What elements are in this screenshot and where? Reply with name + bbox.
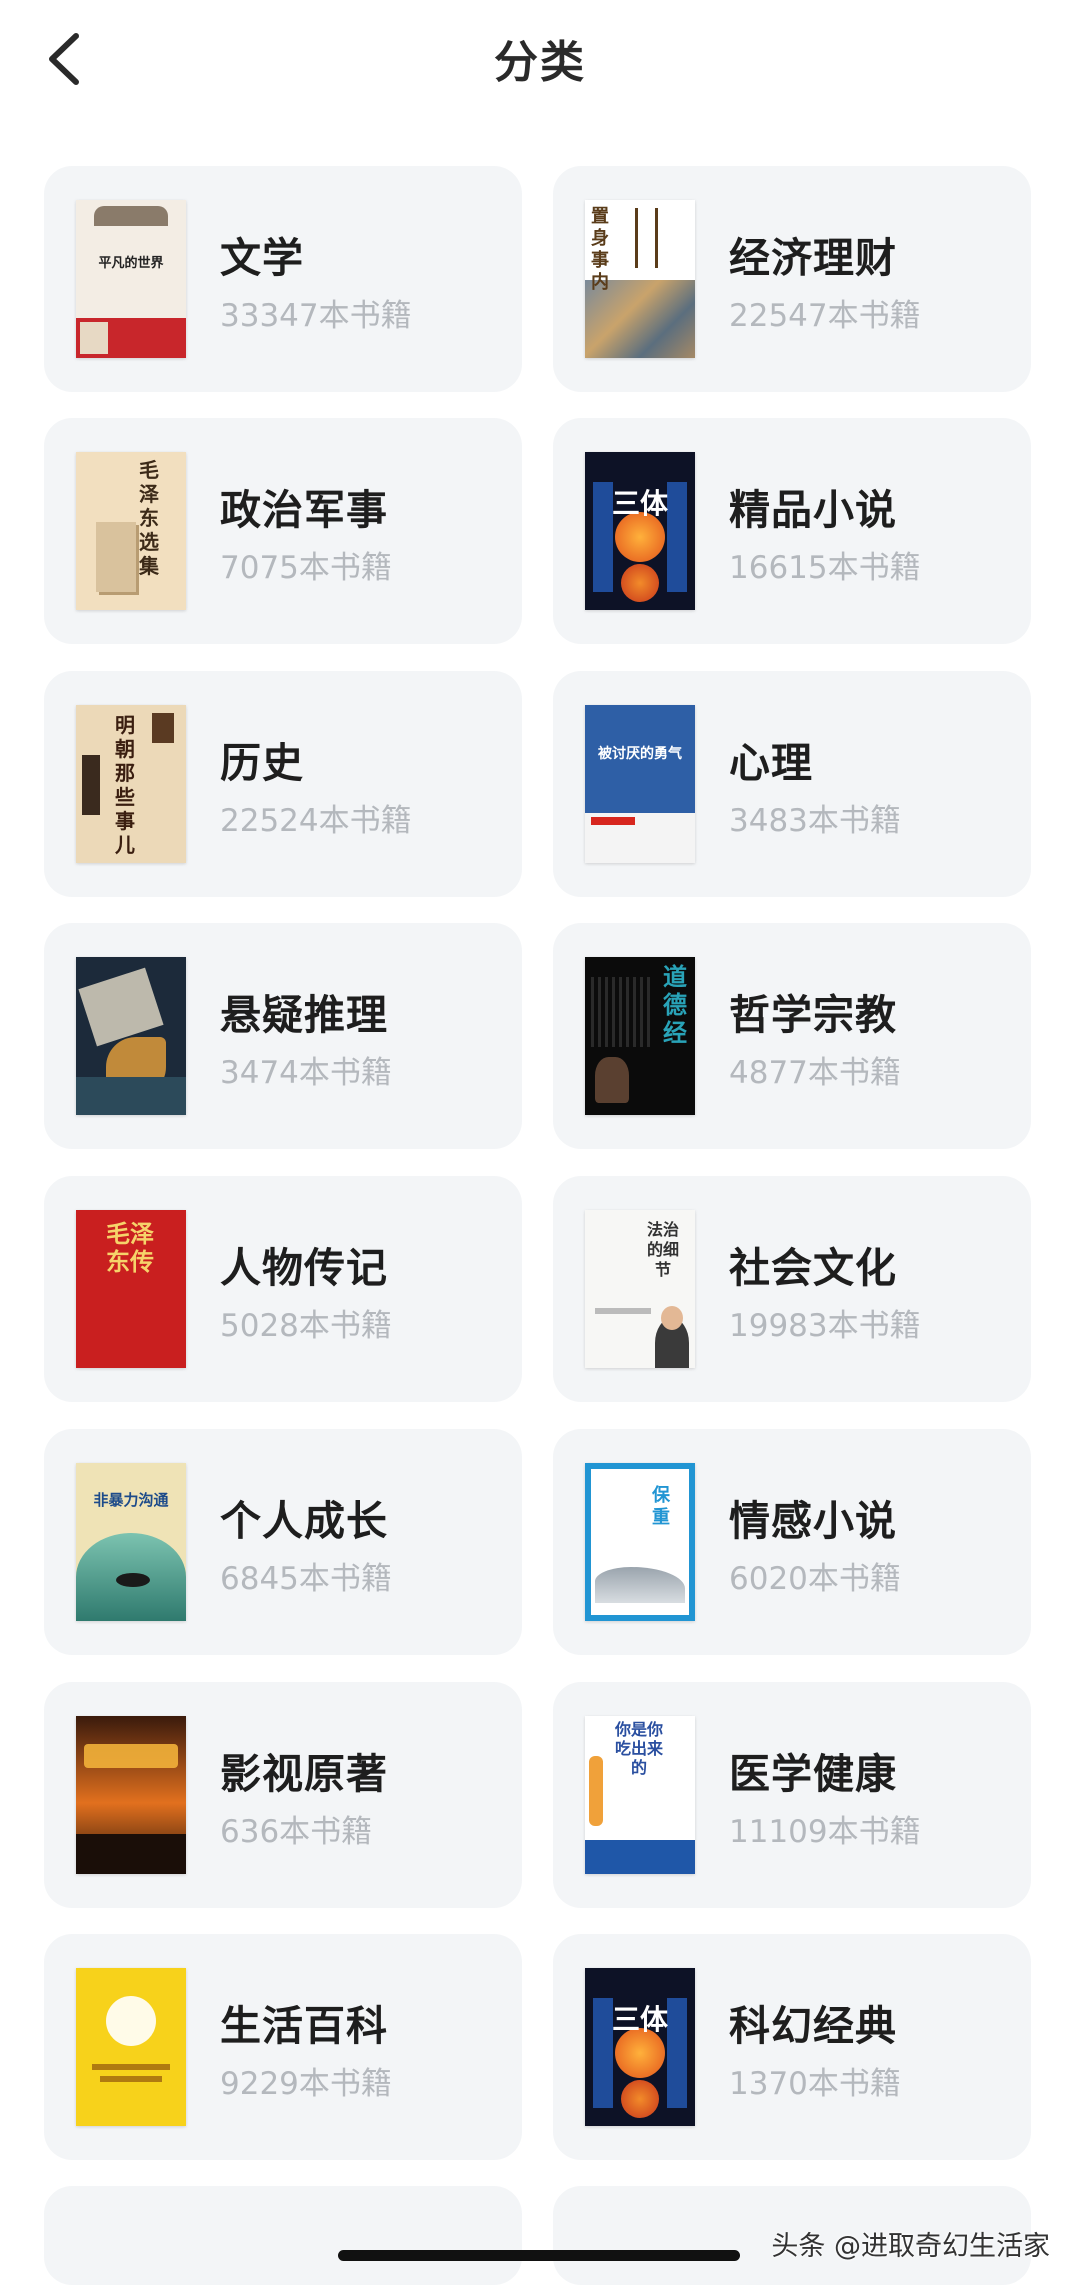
category-name: 人物传记 [220,1244,388,1292]
book-cover: 保重 [585,1463,695,1621]
category-card-growth[interactable]: 非暴力沟通 个人成长 6845本书籍 [44,1429,522,1655]
category-card-society[interactable]: 法治的细节 社会文化 19983本书籍 [553,1176,1031,1402]
category-count: 33347本书籍 [220,298,412,334]
book-cover [76,1968,186,2126]
category-count: 9229本书籍 [220,2066,392,2102]
category-name: 精品小说 [729,486,897,534]
book-cover: 被讨厌的勇气 [585,705,695,863]
category-count: 3474本书籍 [220,1055,392,1091]
category-count: 22547本书籍 [729,298,921,334]
category-card-romance[interactable]: 保重 情感小说 6020本书籍 [553,1429,1031,1655]
category-count: 6020本书籍 [729,1561,901,1597]
category-name: 悬疑推理 [220,991,388,1039]
category-card-mystery[interactable]: 悬疑推理 3474本书籍 [44,923,522,1149]
category-name: 科幻经典 [729,2002,897,2050]
category-count: 16615本书籍 [729,550,921,586]
category-card-finance[interactable]: 置身事内 经济理财 22547本书籍 [553,166,1031,392]
category-card-partial-left[interactable] [44,2186,522,2285]
category-card-health[interactable]: 你是你吃出来的 医学健康 11109本书籍 [553,1682,1031,1908]
book-cover: 三体 [585,1968,695,2126]
category-count: 3483本书籍 [729,803,901,839]
category-card-philosophy[interactable]: 道德经 哲学宗教 4877本书籍 [553,923,1031,1149]
book-cover: 毛泽东选集 [76,452,186,610]
book-cover: 置身事内 [585,200,695,358]
category-name: 历史 [220,739,304,787]
category-count: 5028本书籍 [220,1308,392,1344]
category-card-scifi[interactable]: 三体 科幻经典 1370本书籍 [553,1934,1031,2160]
category-card-literature[interactable]: 平凡的世界 文学 33347本书籍 [44,166,522,392]
book-cover: 明朝那些事儿 [76,705,186,863]
category-name: 情感小说 [729,1497,897,1545]
category-name: 哲学宗教 [729,991,897,1039]
book-cover: 毛泽东传 [76,1210,186,1368]
book-cover: 你是你吃出来的 [585,1716,695,1874]
category-card-adaptation[interactable]: 影视原著 636本书籍 [44,1682,522,1908]
category-name: 影视原著 [220,1750,388,1798]
category-count: 22524本书籍 [220,803,412,839]
category-count: 636本书籍 [220,1814,373,1850]
category-count: 4877本书籍 [729,1055,901,1091]
category-card-politics[interactable]: 毛泽东选集 政治军事 7075本书籍 [44,418,522,644]
category-name: 生活百科 [220,2002,388,2050]
category-name: 政治军事 [220,486,388,534]
category-name: 个人成长 [220,1497,388,1545]
category-name: 文学 [220,234,304,282]
category-name: 心理 [729,739,813,787]
category-name: 医学健康 [729,1750,897,1798]
category-card-history[interactable]: 明朝那些事儿 历史 22524本书籍 [44,671,522,897]
category-count: 19983本书籍 [729,1308,921,1344]
category-name: 社会文化 [729,1244,897,1292]
book-cover [76,957,186,1115]
book-cover: 三体 [585,452,695,610]
book-cover [76,1716,186,1874]
book-cover: 道德经 [585,957,695,1115]
book-cover: 平凡的世界 [76,200,186,358]
category-count: 11109本书籍 [729,1814,921,1850]
category-card-lifestyle[interactable]: 生活百科 9229本书籍 [44,1934,522,2160]
category-name: 经济理财 [729,234,897,282]
watermark: 头条 @进取奇幻生活家 [771,2231,1050,2262]
book-cover: 非暴力沟通 [76,1463,186,1621]
category-count: 6845本书籍 [220,1561,392,1597]
category-count: 7075本书籍 [220,550,392,586]
category-card-biography[interactable]: 毛泽东传 人物传记 5028本书籍 [44,1176,522,1402]
category-card-fiction[interactable]: 三体 精品小说 16615本书籍 [553,418,1031,644]
category-count: 1370本书籍 [729,2066,901,2102]
book-cover: 法治的细节 [585,1210,695,1368]
category-grid: 平凡的世界 文学 33347本书籍 置身事内 经济理财 22547本书籍 毛泽东… [0,0,1080,2285]
category-card-psychology[interactable]: 被讨厌的勇气 心理 3483本书籍 [553,671,1031,897]
home-indicator[interactable] [338,2250,740,2261]
